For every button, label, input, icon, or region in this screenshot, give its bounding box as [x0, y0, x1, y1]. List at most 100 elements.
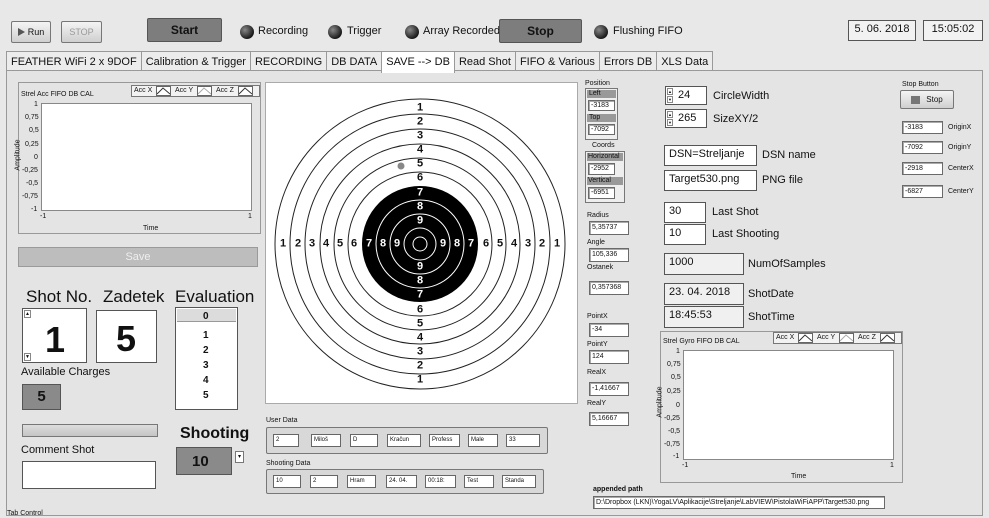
time-value: 15:05:02: [931, 23, 975, 35]
gyro-legend-y: Acc Y: [817, 334, 836, 341]
vertical-label: Vertical: [587, 177, 623, 185]
tab-feather[interactable]: FEATHER WiFi 2 x 9DOF: [6, 51, 142, 71]
shot-no-control[interactable]: ▲ ▼ 1: [22, 308, 87, 363]
last-shooting-value: 10: [669, 227, 682, 239]
target-ring-number: 2: [416, 359, 424, 372]
dsn-name-input[interactable]: DSN=Streljanje: [664, 145, 757, 166]
comment-shot-input[interactable]: [22, 461, 156, 489]
stop-small-label: STOP: [69, 27, 94, 37]
shooting-data-cell[interactable]: Standa: [502, 475, 536, 488]
user-data-cell[interactable]: Kračun: [387, 434, 421, 447]
evaluation-item[interactable]: 3: [203, 360, 209, 371]
target-ring-number: 5: [496, 237, 504, 250]
evaluation-item[interactable]: 0: [203, 311, 209, 322]
time-display: 15:05:02: [923, 20, 983, 41]
acc-x-wave-icon[interactable]: [156, 86, 171, 96]
start-label: Start: [170, 23, 199, 37]
target-ring-number: 7: [416, 288, 424, 301]
size-xy-label: SizeXY/2: [713, 113, 759, 125]
acc-z-wave-icon[interactable]: [238, 86, 253, 96]
acc-ytick-m0-25: -0,25: [22, 167, 38, 174]
shot-no-value: 1: [45, 319, 66, 360]
target-ring-number: 7: [467, 237, 475, 250]
user-data-cell[interactable]: Miloš: [311, 434, 341, 447]
stepper-up-icon[interactable]: ▲: [667, 88, 673, 95]
target-ring-number: 4: [416, 143, 424, 156]
ostanek-value: 0,357368: [589, 281, 629, 295]
tab-read-shot[interactable]: Read Shot: [453, 51, 516, 71]
user-data-cell[interactable]: 33: [506, 434, 540, 447]
tab-save-db[interactable]: SAVE --> DB: [381, 51, 455, 73]
evaluation-item[interactable]: 1: [203, 330, 209, 341]
user-data-cell[interactable]: Male: [468, 434, 498, 447]
target-ring-number: 9: [439, 237, 447, 250]
shot-time-label: ShotTime: [748, 311, 795, 323]
save-button[interactable]: Save: [18, 247, 258, 267]
flushing-fifo-label: Flushing FIFO: [613, 25, 683, 37]
tab-fifo-various[interactable]: FIFO & Various: [514, 51, 600, 71]
left-value: -3183: [588, 100, 615, 111]
circle-width-label: CircleWidth: [713, 90, 770, 102]
pointx-label: PointX: [587, 313, 608, 320]
tab-xls-data[interactable]: XLS Data: [656, 51, 714, 71]
acc-y-wave-icon[interactable]: [197, 86, 212, 96]
gyro-x-wave-icon[interactable]: [798, 333, 813, 343]
radius-label: Radius: [587, 212, 609, 219]
stop-small-button[interactable]: STOP: [61, 21, 102, 43]
stop-button-right[interactable]: Stop: [900, 90, 954, 109]
trigger-label: Trigger: [347, 25, 382, 37]
target-ring-number: 3: [308, 237, 316, 250]
evaluation-item[interactable]: 4: [203, 375, 209, 386]
shooting-data-cell[interactable]: Test: [464, 475, 494, 488]
acc-xlabel: Time: [143, 225, 159, 232]
last-shot-label: Last Shot: [712, 206, 759, 218]
evaluation-item[interactable]: 5: [203, 390, 209, 401]
shot-no-increment[interactable]: ▲: [24, 310, 31, 318]
user-data-cell[interactable]: Profess: [429, 434, 460, 447]
origin-y-label: OriginY: [948, 144, 972, 151]
acc-xmin: -1: [40, 213, 47, 220]
gyro-ytick-0-5: 0,5: [671, 374, 681, 381]
shooting-data-cell[interactable]: Hram: [347, 475, 376, 488]
stepper-down-icon[interactable]: ▼: [667, 96, 673, 103]
stepper-down-icon[interactable]: ▼: [667, 119, 673, 126]
shooting-display: 10: [176, 447, 232, 475]
png-file-input[interactable]: Target530.png: [664, 170, 757, 191]
stop-square-icon: [911, 95, 921, 104]
stop-button[interactable]: Stop: [499, 19, 582, 43]
circle-width-stepper[interactable]: ▲ ▼ 24: [665, 86, 707, 105]
left-label: Left: [587, 90, 616, 98]
last-shot-value: 30: [669, 205, 682, 217]
shooting-data-cell[interactable]: 2: [310, 475, 338, 488]
acc-ytick-0-5: 0,5: [29, 127, 39, 134]
acc-plot-area: [41, 103, 252, 211]
tab-recording[interactable]: RECORDING: [249, 51, 328, 71]
shot-date-value: 23. 04. 2018: [669, 286, 731, 298]
size-xy-stepper[interactable]: ▲ ▼ 265: [665, 109, 707, 128]
acc-ytick-1: 1: [34, 101, 38, 108]
start-button[interactable]: Start: [147, 18, 222, 42]
shooting-data-cell[interactable]: 24. 04.: [386, 475, 417, 488]
evaluation-list[interactable]: 0 1 2 3 4 5: [175, 307, 238, 410]
stepper-up-icon[interactable]: ▲: [667, 111, 673, 118]
tab-errors-db[interactable]: Errors DB: [598, 51, 658, 71]
run-button[interactable]: Run: [11, 21, 51, 43]
shooting-data-cell[interactable]: 10: [273, 475, 301, 488]
target-ring-number: 9: [393, 237, 401, 250]
target-ring-number: 1: [553, 237, 561, 250]
gyro-y-wave-icon[interactable]: [839, 333, 854, 343]
user-data-cell[interactable]: 2: [273, 434, 299, 447]
shooting-dropdown-icon[interactable]: ▾: [235, 451, 244, 463]
evaluation-item[interactable]: 2: [203, 345, 209, 356]
gyro-z-wave-icon[interactable]: [880, 333, 895, 343]
last-shot-display: 30: [664, 202, 706, 223]
gyro-ytick-m0-75: -0,75: [664, 441, 680, 448]
user-data-cell[interactable]: D: [350, 434, 378, 447]
vertical-value: -6951: [588, 187, 615, 199]
shooting-data-cell[interactable]: 00:18:: [425, 475, 456, 488]
tab-calibration[interactable]: Calibration & Trigger: [140, 51, 251, 71]
tab-db-data[interactable]: DB DATA: [326, 51, 383, 71]
shot-no-decrement[interactable]: ▼: [24, 353, 31, 361]
recording-led-icon: [240, 25, 254, 39]
date-value: 5. 06. 2018: [854, 23, 910, 35]
